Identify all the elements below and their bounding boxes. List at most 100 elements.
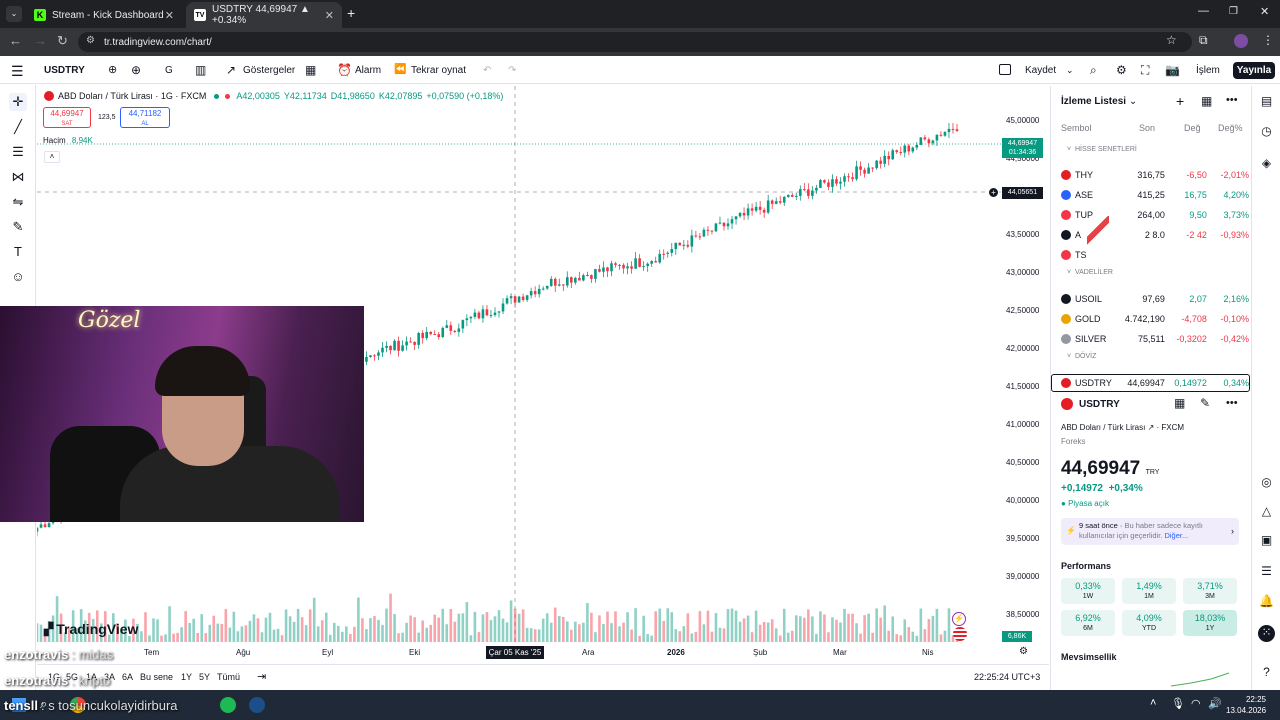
- column-header-pct[interactable]: Değ%: [1218, 123, 1243, 133]
- symbol-search-button[interactable]: USDTRY: [44, 65, 85, 76]
- add-symbol-icon[interactable]: ⊕: [131, 63, 141, 77]
- calendar-icon[interactable]: ▣: [1258, 533, 1275, 550]
- alerts-clock-icon[interactable]: ◷: [1258, 124, 1275, 141]
- streams-icon[interactable]: ☰: [1258, 564, 1275, 581]
- close-window-icon[interactable]: ✕: [1260, 5, 1269, 18]
- indicators-button[interactable]: Göstergeler: [243, 65, 295, 76]
- fullscreen-icon[interactable]: ⛶: [1141, 63, 1149, 78]
- lightning-icon[interactable]: ⚡: [952, 612, 966, 626]
- range-1y[interactable]: 1Y: [181, 672, 192, 682]
- edit-icon[interactable]: ✎: [1200, 396, 1210, 410]
- profile-avatar[interactable]: [1234, 34, 1248, 48]
- axis-settings-icon[interactable]: ⚙: [1019, 646, 1028, 657]
- watchlist-row[interactable]: USOIL 97,69 2,07 2,16%: [1061, 290, 1249, 308]
- hamburger-menu-icon[interactable]: ☰: [11, 63, 24, 80]
- help-icon[interactable]: ?: [1258, 665, 1275, 682]
- text-tool-icon[interactable]: T: [9, 243, 27, 261]
- new-tab-icon[interactable]: +: [347, 5, 355, 21]
- sell-button[interactable]: 44,69947 SAT: [43, 107, 91, 128]
- browser-tab-kick[interactable]: K Stream - Kick Dashboard ✕: [26, 2, 182, 28]
- chart-clock[interactable]: 22:25:24 UTC+3: [974, 672, 1040, 682]
- ideas-icon[interactable]: △: [1258, 504, 1275, 521]
- minimize-icon[interactable]: —: [1198, 5, 1209, 17]
- compare-symbol-icon[interactable]: ⊕: [108, 63, 117, 76]
- notifications-bell-icon[interactable]: 🔔: [1258, 594, 1275, 611]
- performance-title[interactable]: Performans: [1061, 561, 1111, 571]
- buy-button[interactable]: 44,71182 AL: [120, 107, 170, 128]
- watchlist-row[interactable]: TS: [1061, 246, 1249, 264]
- quick-search-icon[interactable]: ⌕: [1090, 63, 1097, 78]
- watchlist-title[interactable]: İzleme Listesi ⌄: [1061, 96, 1137, 107]
- chevron-down-icon[interactable]: ⌄: [1066, 65, 1074, 76]
- watchlist-row[interactable]: ASE 415,25 16,75 4,20%: [1061, 186, 1249, 204]
- snapshot-camera-icon[interactable]: 📷: [1165, 63, 1180, 77]
- publish-button[interactable]: Yayınla: [1233, 62, 1275, 79]
- seasonality-title[interactable]: Mevsimsellik: [1061, 652, 1117, 662]
- details-header[interactable]: USDTRY: [1061, 398, 1120, 410]
- fib-retracement-icon[interactable]: ☰: [9, 143, 27, 161]
- column-header-symbol[interactable]: Sembol: [1061, 123, 1092, 133]
- date-range-icon[interactable]: ⇥: [257, 670, 266, 683]
- range-ytd[interactable]: Bu sene: [140, 672, 173, 682]
- alarm-button[interactable]: Alarm: [355, 65, 381, 76]
- range-all[interactable]: Tümü: [217, 672, 240, 682]
- performance-tile[interactable]: 1,49% 1M: [1122, 578, 1176, 604]
- tab-search-button[interactable]: ⌄: [6, 6, 22, 22]
- interval-button[interactable]: G: [165, 65, 173, 76]
- section-stocks[interactable]: ˅ HİSSE SENETLERİ: [1067, 146, 1137, 153]
- performance-tile[interactable]: 0,33% 1W: [1061, 578, 1115, 604]
- taskbar-clock[interactable]: 22:25 13.04.2026: [1226, 694, 1266, 716]
- back-icon[interactable]: ←: [9, 33, 22, 48]
- watchlist-layout-icon[interactable]: ▦: [1201, 94, 1212, 108]
- emoji-icon[interactable]: ☺: [9, 268, 27, 286]
- settings-gear-icon[interactable]: ⚙: [1116, 63, 1127, 77]
- volume-legend[interactable]: Hacim 8,94K: [43, 136, 93, 145]
- spotify-icon[interactable]: [220, 697, 236, 713]
- restore-icon[interactable]: ❐: [1229, 6, 1238, 17]
- more-options-icon[interactable]: •••: [1226, 94, 1238, 106]
- site-info-icon[interactable]: ⚙: [86, 35, 95, 46]
- undo-icon[interactable]: ↶: [483, 65, 491, 76]
- layout-select-icon[interactable]: [999, 64, 1011, 75]
- candle-type-icon[interactable]: ▥: [195, 63, 206, 77]
- wifi-icon[interactable]: ◠: [1191, 697, 1201, 710]
- column-header-last[interactable]: Son: [1139, 123, 1155, 133]
- extensions-icon[interactable]: ⧉: [1199, 33, 1208, 48]
- redo-icon[interactable]: ↷: [508, 65, 516, 76]
- performance-tile[interactable]: 6,92% 6M: [1061, 610, 1115, 636]
- watchlist-row[interactable]: SILVER 75,511 -0,3202 -0,42%: [1061, 330, 1249, 348]
- crosshair-icon[interactable]: ✛: [9, 93, 27, 111]
- section-futures[interactable]: ˅ VADELİLER: [1067, 269, 1113, 276]
- chart-title[interactable]: ABD Doları / Türk Lirası · 1G · FXCM: [58, 91, 206, 101]
- reload-icon[interactable]: ↻: [57, 33, 68, 49]
- forward-icon[interactable]: →: [34, 33, 47, 48]
- watchlist-row[interactable]: GOLD 4.742,190 -4,708 -0,10%: [1061, 310, 1249, 328]
- close-tab-icon[interactable]: ✕: [165, 9, 174, 22]
- brush-icon[interactable]: ✎: [9, 218, 27, 236]
- watchlist-row[interactable]: THY 316,75 -6,50 -2,01%: [1061, 166, 1249, 184]
- performance-tile[interactable]: 4,09% YTD: [1122, 610, 1176, 636]
- browser-menu-icon[interactable]: ⋮: [1262, 33, 1274, 47]
- watchlist-icon[interactable]: ▤: [1258, 94, 1275, 111]
- add-symbol-icon[interactable]: +: [1176, 93, 1184, 109]
- pattern-icon[interactable]: ⋈: [9, 168, 27, 186]
- section-forex[interactable]: ˅ DÖVİZ: [1067, 353, 1096, 360]
- range-6m[interactable]: 6A: [122, 672, 133, 682]
- collapse-legend-icon[interactable]: ˄: [44, 151, 60, 163]
- column-header-chg[interactable]: Değ: [1184, 123, 1201, 133]
- us-flag-icon[interactable]: [953, 627, 967, 641]
- target-icon[interactable]: ◎: [1258, 475, 1275, 492]
- apps-grid-icon[interactable]: ⁙: [1258, 625, 1275, 642]
- performance-tile[interactable]: 18,03% 1Y: [1183, 610, 1237, 636]
- performance-tile[interactable]: 3,71% 3M: [1183, 578, 1237, 604]
- prediction-icon[interactable]: ⇋: [9, 193, 27, 211]
- range-5y[interactable]: 5Y: [199, 672, 210, 682]
- bookmark-star-icon[interactable]: ☆: [1166, 33, 1177, 47]
- trade-button[interactable]: İşlem: [1196, 65, 1220, 76]
- steam-icon[interactable]: [249, 697, 265, 713]
- close-tab-icon[interactable]: ✕: [325, 9, 334, 22]
- replay-button[interactable]: Tekrar oynat: [411, 65, 466, 76]
- browser-tab-tradingview[interactable]: TV USDTRY 44,69947 ▲ +0.34% ✕: [186, 2, 342, 28]
- crosshair-add-icon[interactable]: +: [988, 187, 999, 198]
- tray-chevron-icon[interactable]: ˄: [1150, 697, 1156, 709]
